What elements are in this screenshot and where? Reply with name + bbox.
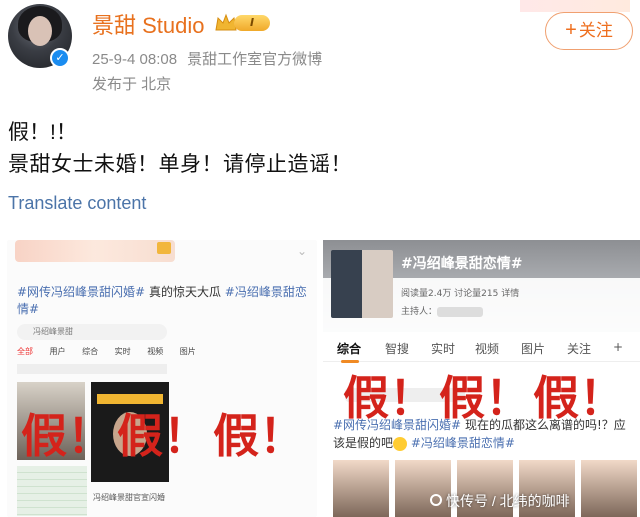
post-time: 25-9-4 08:08 <box>92 51 178 68</box>
tab-item: 关注 <box>567 342 592 356</box>
tab-item: 实时 <box>431 342 456 356</box>
image-post-text: #网传冯绍峰景甜闪婚# 真的惊天大瓜 #冯绍峰景甜恋情# <box>17 284 313 318</box>
hashtag: #冯绍峰景甜恋情# <box>410 436 515 450</box>
post-text-line1: 假！!！ <box>8 121 77 144</box>
post-text-line2: 景甜女士未婚！单身！请停止造谣！ <box>8 153 352 176</box>
author-name[interactable]: 景甜 Studio <box>92 8 205 40</box>
tab-item: 图片 <box>521 342 546 356</box>
nav-item: 全部 <box>17 347 33 356</box>
video-caption: 冯绍峰景甜官宣闪婚 <box>93 493 165 502</box>
nav-item: 图片 <box>179 347 196 356</box>
level-badge: I <box>234 15 270 31</box>
vip-badge[interactable]: I <box>214 12 272 34</box>
avatar-face <box>28 16 52 46</box>
image-post-plain: 真的惊天大瓜 <box>145 285 225 299</box>
post-image-right[interactable]: #冯绍峰景甜恋情# 阅读量2.4万 讨论量215 详情 主持人： 综合 智搜 实… <box>323 240 640 517</box>
fake-stamp: 假！ <box>343 371 435 425</box>
search-field: 冯绍峰景甜 <box>17 324 167 340</box>
fake-stamp: 假！ <box>439 371 531 425</box>
fake-stamp: 假！ <box>117 409 209 463</box>
blurred-host <box>437 306 484 317</box>
translate-link[interactable]: Translate content <box>8 193 146 214</box>
nav-item: 实时 <box>114 347 131 356</box>
watermark-logo-icon <box>430 494 442 506</box>
filter-row <box>17 364 167 374</box>
topic-title: #冯绍峰景甜恋情# <box>401 256 523 272</box>
crown-icon <box>157 242 171 254</box>
topic-photo <box>331 250 393 318</box>
chevron-down-icon: ⌄ <box>297 244 308 258</box>
thumbnail <box>395 460 451 517</box>
nav-item: 视频 <box>147 347 164 356</box>
comment-list <box>17 466 87 516</box>
post-source[interactable]: 景甜工作室官方微博 <box>187 51 322 68</box>
follow-label: 关注 <box>578 21 613 40</box>
tab-item: 综合 <box>337 342 362 363</box>
host-label: 主持人： <box>401 307 438 317</box>
thumbnail <box>581 460 637 517</box>
fake-stamp: 假！ <box>21 409 113 463</box>
blurred-region <box>520 0 630 12</box>
thumbnail <box>333 460 389 517</box>
fake-stamp: 假！ <box>533 371 625 425</box>
fake-stamp: 假！ <box>213 409 305 463</box>
plus-icon: + <box>565 19 577 41</box>
verified-icon: ✓ <box>50 48 70 68</box>
nav-item: 综合 <box>82 347 99 356</box>
tab-item: 智搜 <box>385 342 410 356</box>
watermark: 快传号 / 北纬的咖啡 <box>446 493 570 509</box>
plus-icon: + <box>613 340 624 354</box>
topic-host: 主持人： <box>401 304 484 317</box>
post-meta: 25-9-4 08:08 景甜工作室官方微博 <box>92 48 322 69</box>
emoji-icon <box>393 436 408 451</box>
tab-item: 视频 <box>475 342 500 356</box>
nav-item: 用户 <box>49 347 66 356</box>
post-location: 发布于 北京 <box>92 76 172 93</box>
hashtag: #网传冯绍峰景甜闪婚# <box>17 285 146 299</box>
blurred-username <box>15 240 175 262</box>
image-nav: 全部 用户 综合 实时 视频 图片 <box>17 346 210 357</box>
topic-tabs: 综合 智搜 实时 视频 图片 关注 + <box>323 334 640 363</box>
post-header: ✓ 景甜 Studio I 25-9-4 08:08 景甜工作室官方微博 发布于 … <box>0 0 640 95</box>
post-image-left[interactable]: ⌄ #网传冯绍峰景甜闪婚# 真的惊天大瓜 #冯绍峰景甜恋情# 冯绍峰景甜 全部 … <box>7 240 317 517</box>
follow-button[interactable]: + 关注 <box>545 12 633 50</box>
topic-stats: 阅读量2.4万 讨论量215 详情 <box>401 289 520 299</box>
